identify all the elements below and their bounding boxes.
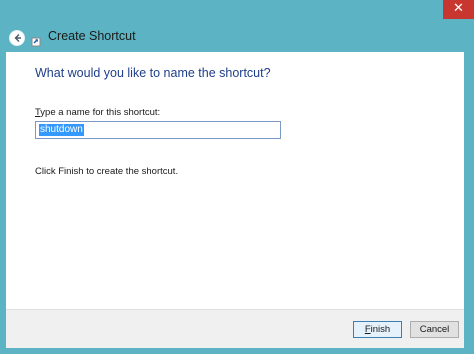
create-shortcut-window: ✕ Create Shortcut What would you like to… — [0, 0, 474, 354]
close-button[interactable]: ✕ — [443, 0, 474, 19]
back-button[interactable] — [9, 30, 25, 46]
wizard-header: Create Shortcut — [0, 22, 474, 52]
label-text: ype a name for this shortcut: — [40, 107, 161, 118]
shortcut-name-input[interactable]: shutdown — [35, 121, 281, 139]
cancel-button[interactable]: Cancel — [410, 321, 459, 338]
wizard-content: What would you like to name the shortcut… — [6, 52, 464, 309]
shortcut-icon — [31, 32, 42, 47]
selected-input-text: shutdown — [39, 124, 84, 136]
shortcut-name-label: Type a name for this shortcut: — [35, 107, 160, 118]
wizard-footer: Finish Cancel — [6, 309, 464, 348]
finish-label: inish — [370, 324, 391, 335]
close-icon: ✕ — [453, 1, 464, 16]
window-title: Create Shortcut — [48, 29, 136, 43]
page-heading: What would you like to name the shortcut… — [35, 66, 271, 80]
finish-button[interactable]: Finish — [353, 321, 402, 338]
back-arrow-icon — [14, 34, 21, 42]
instruction-text: Click Finish to create the shortcut. — [35, 166, 179, 177]
